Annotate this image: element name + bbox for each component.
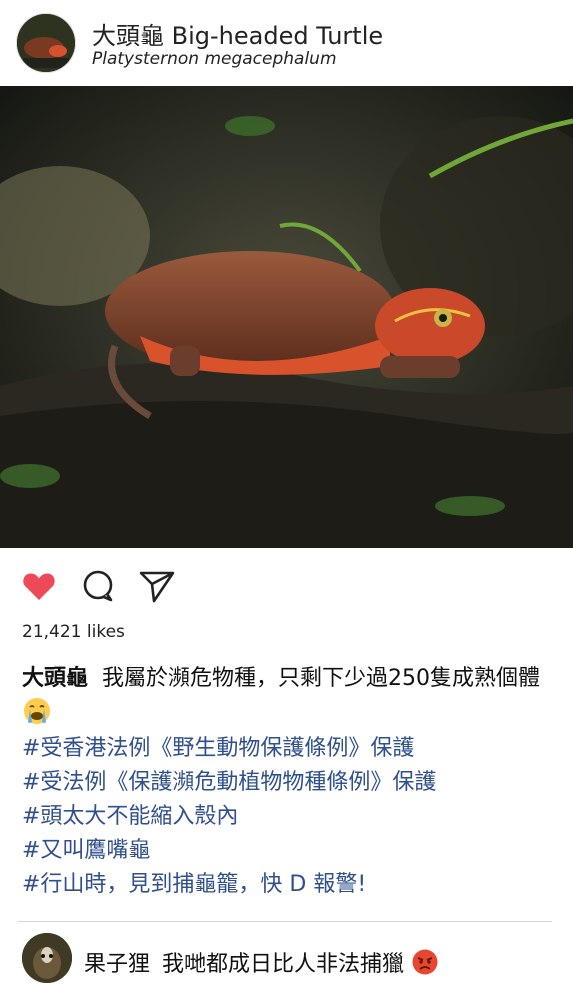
- action-bar: [0, 560, 573, 612]
- caption-username[interactable]: 大頭龜: [22, 666, 88, 691]
- hashtag-link[interactable]: #受香港法例《野生動物保護條例》保護: [22, 732, 552, 766]
- comment-text: 我哋都成日比人非法捕獵: [162, 952, 405, 977]
- post-caption: 大頭龜 我屬於瀕危物種，只剩下少過250隻成熟個體: [22, 662, 552, 737]
- post-title: 大頭龜 Big-headed Turtle: [92, 22, 384, 50]
- hashtag-link[interactable]: #頭太大不能縮入殼內: [22, 800, 552, 834]
- heart-icon[interactable]: [21, 568, 57, 604]
- hashtag-link[interactable]: #受法例《保護瀕危動植物物種條例》保護: [22, 766, 552, 800]
- hashtag-link[interactable]: #行山時，見到捕龜籠，快 D 報警!: [22, 868, 552, 902]
- hashtag-list: #受香港法例《野生動物保護條例》保護 #受法例《保護瀕危動植物物種條例》保護 #…: [22, 732, 552, 902]
- like-count[interactable]: 21,421 likes: [22, 622, 125, 642]
- divider: [18, 921, 552, 922]
- send-icon[interactable]: [138, 568, 175, 604]
- post-photo[interactable]: [0, 86, 573, 548]
- comment-row: 果子狸 我哋都成日比人非法捕獵: [0, 930, 573, 990]
- hashtag-link[interactable]: #又叫鷹嘴龜: [22, 834, 552, 868]
- post-header: 大頭龜 Big-headed Turtle Platysternon megac…: [0, 0, 573, 86]
- commenter-avatar[interactable]: [22, 933, 72, 983]
- comment-username[interactable]: 果子狸: [84, 952, 150, 977]
- post-subtitle: Platysternon megacephalum: [92, 49, 337, 69]
- profile-avatar[interactable]: [16, 13, 76, 73]
- comment-bubble-icon[interactable]: [80, 568, 116, 604]
- comment-body: 果子狸 我哋都成日比人非法捕獵: [84, 946, 439, 982]
- crying-face-emoji: [22, 696, 52, 737]
- caption-text: 我屬於瀕危物種，只剩下少過250隻成熟個體: [102, 666, 541, 691]
- angry-face-emoji: [411, 948, 439, 982]
